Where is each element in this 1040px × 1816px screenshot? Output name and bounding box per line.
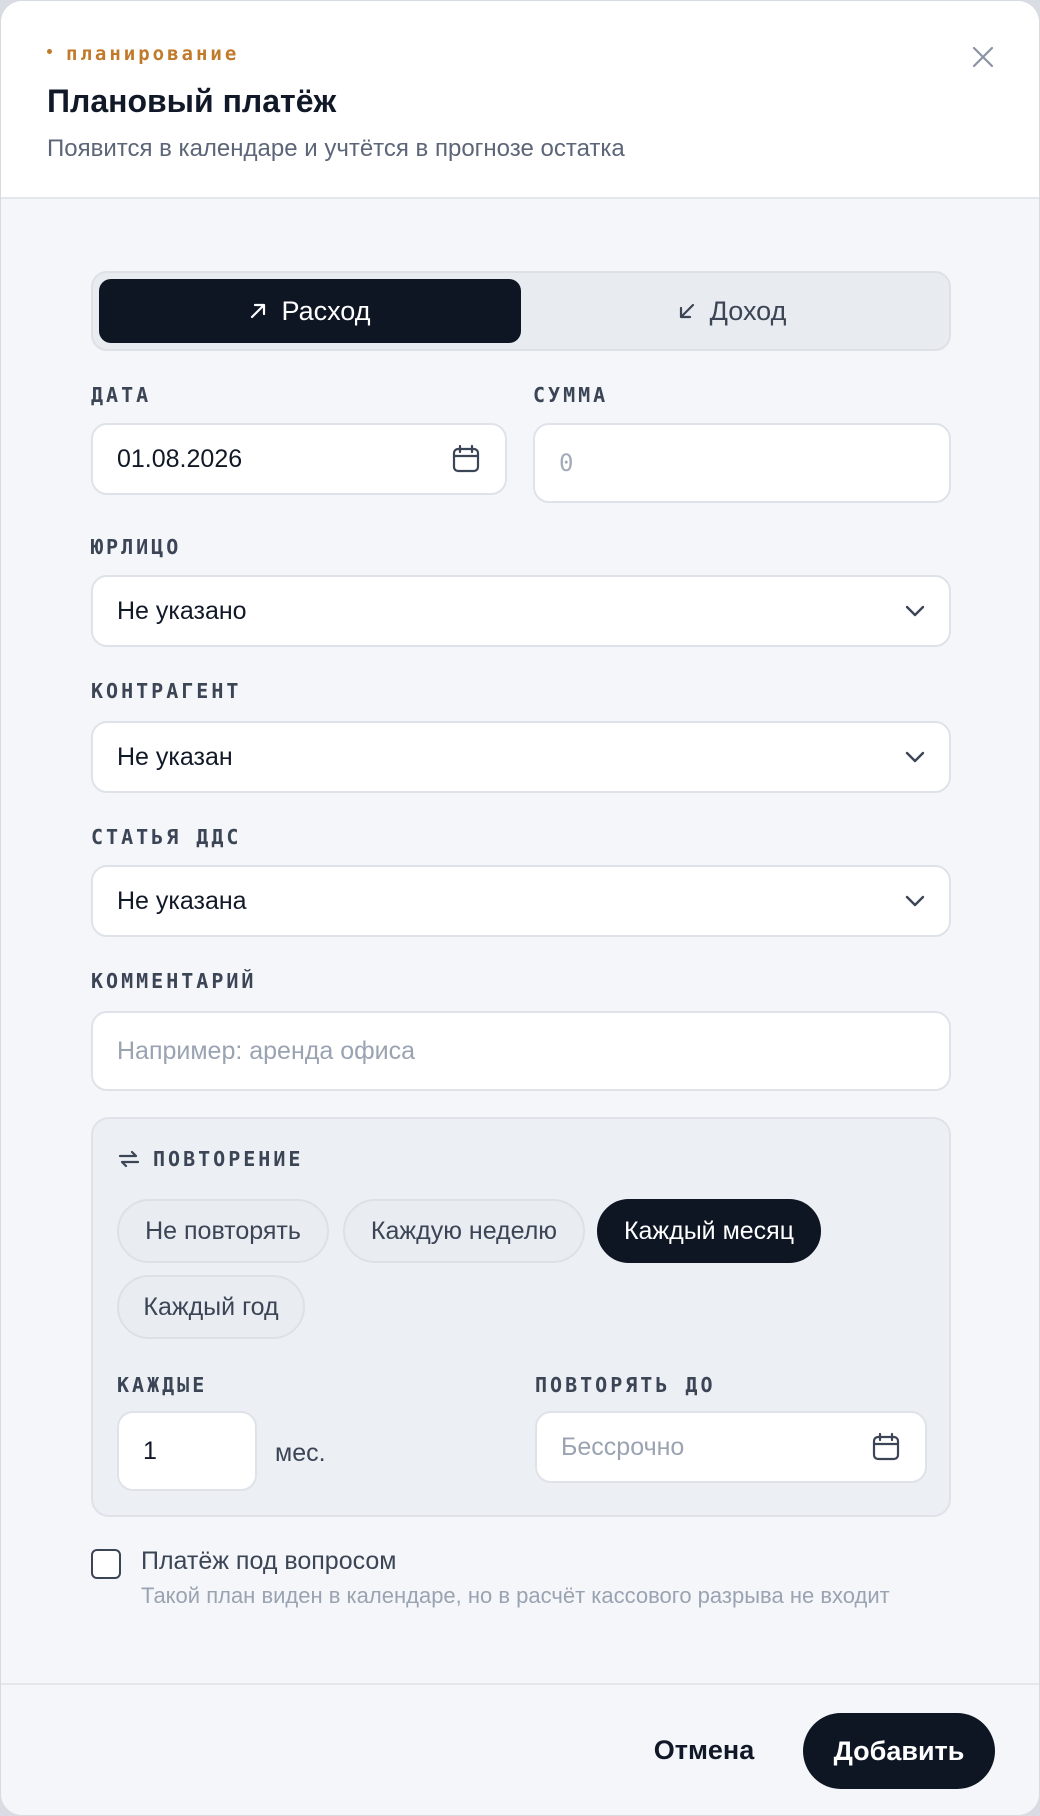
amount-placeholder: 0 (559, 449, 574, 477)
modal-footer: Отмена Добавить (1, 1683, 1039, 1815)
income-toggle-button[interactable]: Доход (521, 279, 943, 343)
date-field[interactable]: 01.08.2026 (91, 423, 507, 495)
amount-input[interactable]: 0 (533, 423, 951, 503)
repeat-option-weekly[interactable]: Каждую неделю (343, 1199, 585, 1263)
comment-placeholder: Например: аренда офиса (117, 1036, 416, 1065)
eyebrow-text: планирование (66, 43, 240, 65)
repeat-option-label: Не повторять (145, 1216, 301, 1245)
cancel-button[interactable]: Отмена (637, 1713, 771, 1787)
section-eyebrow: планирование (47, 43, 239, 65)
arrow-down-left-icon (679, 303, 694, 319)
repeat-option-yearly[interactable]: Каждый год (117, 1275, 305, 1339)
repeat-option-label: Каждую неделю (370, 1216, 558, 1245)
date-value: 01.08.2026 (117, 444, 243, 473)
repeat-option-monthly[interactable]: Каждый месяц (597, 1199, 821, 1263)
entity-label: ЮРЛИЦО (91, 535, 182, 559)
counterparty-select[interactable]: Не указан (91, 721, 951, 793)
modal-title: Плановый платёж (47, 83, 337, 119)
type-toggle: Расход Доход (91, 271, 951, 351)
repeat-icon (118, 1150, 140, 1168)
repeat-option-label: Каждый месяц (623, 1216, 795, 1245)
repeat-until-placeholder: Бессрочно (561, 1432, 685, 1461)
calendar-icon[interactable] (451, 444, 481, 474)
chevron-down-icon (905, 751, 925, 763)
date-label: ДАТА (91, 383, 152, 407)
close-button[interactable] (965, 39, 1001, 75)
chevron-down-icon (905, 895, 925, 907)
comment-label: КОММЕНТАРИЙ (91, 969, 257, 993)
cashflow-item-value: Не указана (117, 886, 247, 915)
questionable-title: Платёж под вопросом (141, 1547, 397, 1575)
cashflow-item-select[interactable]: Не указана (91, 865, 951, 937)
arrow-up-right-icon (251, 303, 266, 319)
expense-label: Расход (281, 295, 371, 326)
repeat-option-label: Каждый год (143, 1292, 279, 1321)
entity-value: Не указано (117, 596, 247, 625)
planned-payment-modal: планирование Плановый платёж Появится в … (0, 0, 1040, 1816)
chevron-down-icon (905, 605, 925, 617)
repeat-until-field[interactable]: Бессрочно (535, 1411, 927, 1483)
every-unit: мес. (275, 1439, 326, 1467)
questionable-checkbox[interactable] (91, 1549, 121, 1579)
questionable-hint: Такой план виден в календаре, но в расчё… (141, 1583, 890, 1608)
every-input[interactable]: 1 (117, 1411, 257, 1491)
counterparty-value: Не указан (117, 742, 233, 771)
repeat-option-none[interactable]: Не повторять (117, 1199, 329, 1263)
modal-header: планирование Плановый платёж Появится в … (1, 1, 1039, 199)
repeat-header: ПОВТОРЕНИЕ (117, 1147, 303, 1171)
income-label: Доход (709, 295, 787, 326)
add-button[interactable]: Добавить (803, 1713, 995, 1789)
calendar-icon[interactable] (871, 1432, 901, 1462)
every-label: КАЖДЫЕ (117, 1373, 208, 1397)
repeat-title: ПОВТОРЕНИЕ (153, 1147, 304, 1171)
counterparty-label: КОНТРАГЕНТ (91, 679, 242, 703)
close-icon (972, 46, 994, 68)
cashflow-item-label: СТАТЬЯ ДДС (91, 825, 242, 849)
entity-select[interactable]: Не указано (91, 575, 951, 647)
eyebrow-dot (47, 49, 52, 54)
every-value: 1 (143, 1436, 157, 1465)
amount-label: СУММА (533, 383, 609, 407)
comment-input[interactable]: Например: аренда офиса (91, 1011, 951, 1091)
expense-toggle-button[interactable]: Расход (99, 279, 521, 343)
repeat-until-label: ПОВТОРЯТЬ ДО (535, 1373, 716, 1397)
modal-subtitle: Появится в календаре и учтётся в прогноз… (47, 135, 625, 162)
repeat-panel: ПОВТОРЕНИЕ Не повторять Каждую неделю Ка… (91, 1117, 951, 1517)
